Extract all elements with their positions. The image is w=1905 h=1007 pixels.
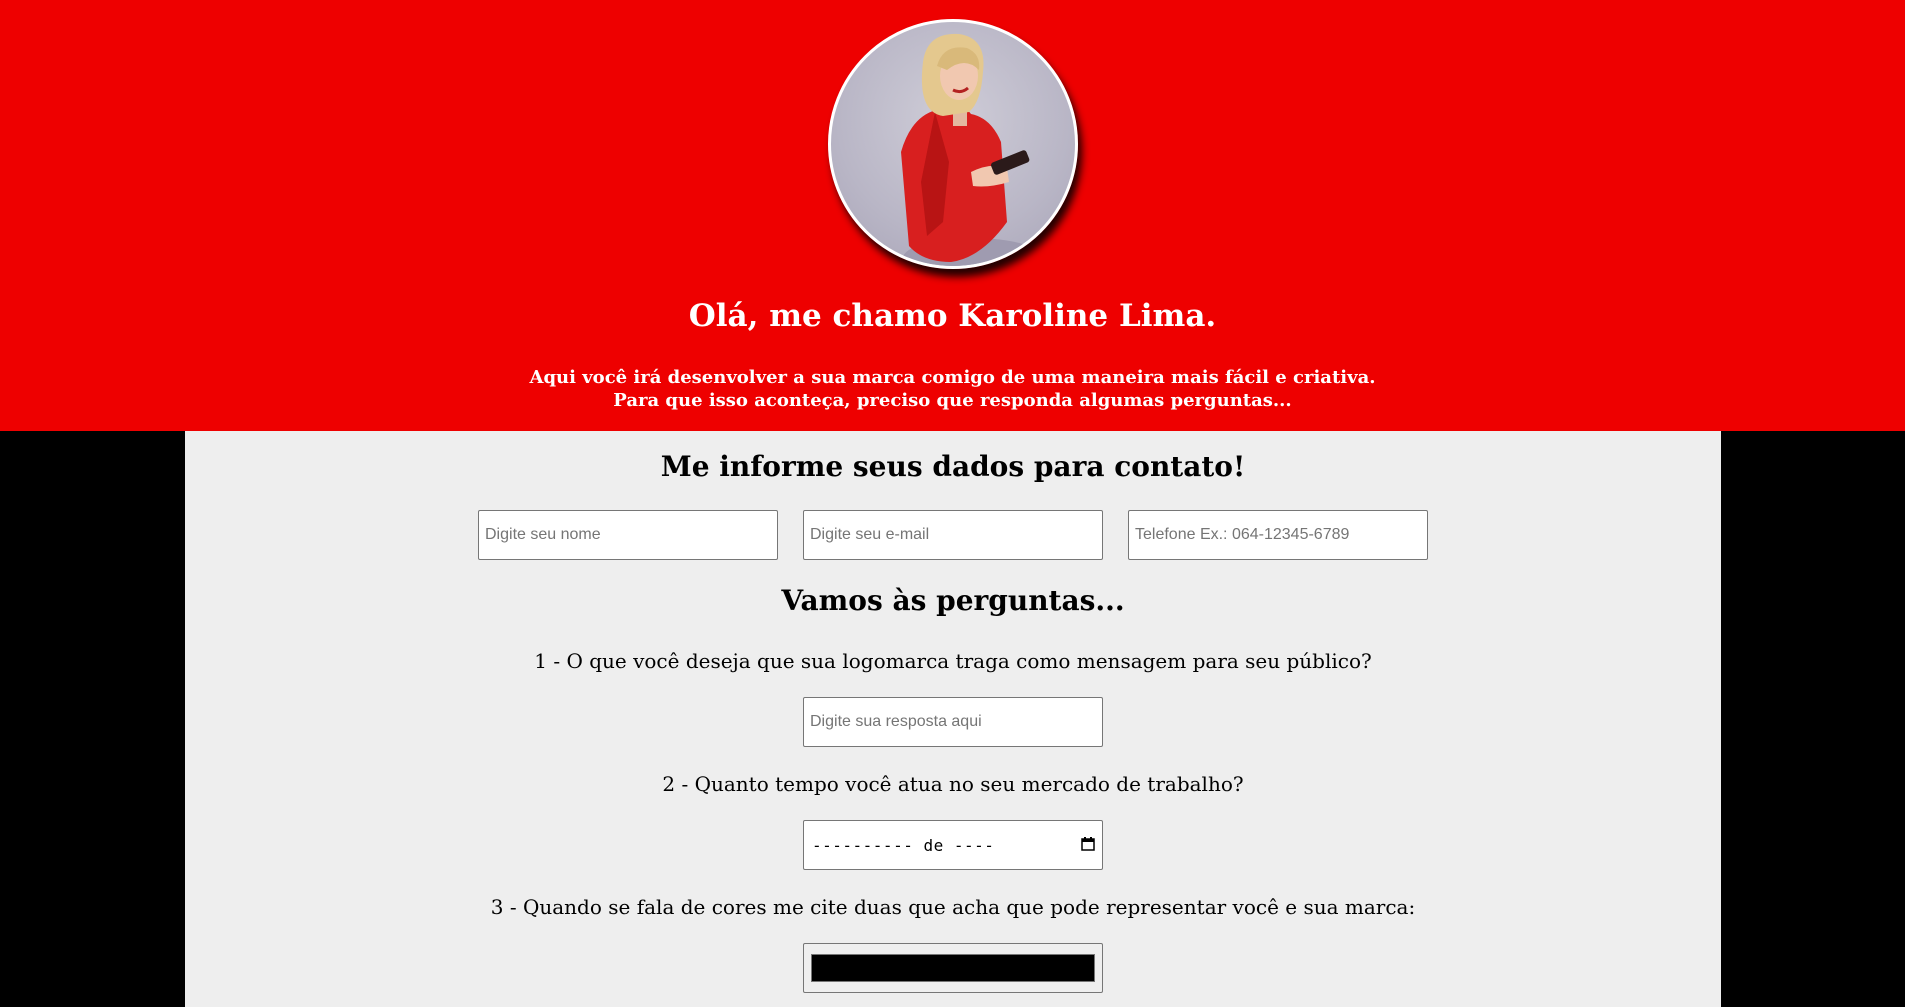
color-swatch [811,954,1095,982]
intro-line-2: Para que isso aconteça, preciso que resp… [613,390,1292,411]
question-3-label: 3 - Quando se fala de cores me cite duas… [490,895,1416,919]
question-1-label: 1 - O que você deseja que sua logomarca … [534,649,1372,673]
header-banner: Olá, me chamo Karoline Lima. Aqui você i… [0,0,1905,431]
form-section: Me informe seus dados para contato! Vamo… [185,431,1721,1007]
profile-photo [828,19,1078,269]
calendar-icon[interactable] [1081,836,1095,855]
month-value: ---------- de ---- [812,835,995,855]
intro-line-1: Aqui você irá desenvolver a sua marca co… [529,367,1376,388]
phone-input[interactable] [1128,510,1428,560]
page-title: Olá, me chamo Karoline Lima. [688,298,1217,334]
intro-text: Aqui você irá desenvolver a sua marca co… [0,366,1905,412]
name-input[interactable] [478,510,778,560]
email-input[interactable] [803,510,1103,560]
question-2-month-input[interactable]: ---------- de ---- [803,820,1103,870]
question-3-color-input[interactable] [803,943,1103,993]
questions-heading: Vamos às perguntas... [781,584,1125,617]
question-2-label: 2 - Quanto tempo você atua no seu mercad… [662,772,1244,796]
question-1-input[interactable] [803,697,1103,747]
contact-heading: Me informe seus dados para contato! [660,450,1246,483]
